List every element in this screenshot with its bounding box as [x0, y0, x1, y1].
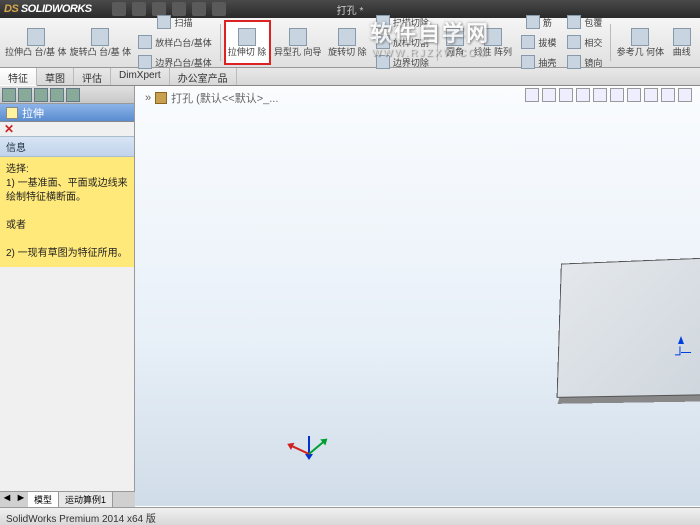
sweep-button[interactable]: 扫描: [133, 13, 217, 32]
document-title: 打孔 *: [337, 2, 364, 17]
edit-appearance-icon[interactable]: [644, 88, 658, 102]
loft-cut-button[interactable]: 放样切割: [371, 33, 434, 52]
status-bar: SolidWorks Premium 2014 x64 版: [0, 507, 700, 525]
ref-geometry-button[interactable]: 参考几 何体: [614, 20, 666, 65]
tab-features[interactable]: 特征: [0, 68, 37, 86]
new-icon[interactable]: [112, 2, 126, 16]
origin-marker: ┘: [675, 346, 685, 362]
extrude-boss-button[interactable]: 拉伸凸 台/基 体: [4, 20, 68, 65]
property-manager-header: 拉伸: [0, 104, 134, 122]
part-icon: [155, 92, 167, 104]
sweep-cut-button[interactable]: 扫描切除: [371, 13, 434, 32]
fillet-button[interactable]: 圆角: [441, 20, 470, 65]
mirror-button[interactable]: 镜向: [562, 53, 607, 72]
display-mgr-icon[interactable]: [66, 88, 80, 102]
boundary-cut-button[interactable]: 边界切除: [371, 53, 434, 72]
panel-nav-toolbar: [0, 86, 134, 104]
axis-y: [308, 440, 325, 454]
tab-evaluate[interactable]: 评估: [74, 68, 111, 85]
tab-next-icon[interactable]: ►: [14, 492, 28, 507]
view-orient-icon[interactable]: [593, 88, 607, 102]
prev-view-icon[interactable]: [559, 88, 573, 102]
loft-button[interactable]: 放样凸台/基体: [133, 33, 217, 52]
section-view-icon[interactable]: [576, 88, 590, 102]
extrude-cut-button[interactable]: 拉伸切 除: [224, 20, 271, 65]
intersect-button[interactable]: 相交: [562, 33, 607, 52]
pm-title: 拉伸: [22, 105, 44, 121]
tab-sketch[interactable]: 草图: [37, 68, 74, 85]
tab-dimxpert[interactable]: DimXpert: [111, 68, 170, 85]
extrude-icon: [6, 107, 18, 119]
pm-message-body: 选择: 1) 一基准面、平面或边线来绘制特征横断面。 或者 2) 一现有草图为特…: [0, 157, 134, 267]
wrap-button[interactable]: 包覆: [562, 13, 607, 32]
view-triad[interactable]: [290, 436, 330, 476]
tab-office[interactable]: 办公室产品: [170, 68, 237, 85]
ribbon-toolbar: 拉伸凸 台/基 体 旋转凸 台/基 体 扫描 放样凸台/基体 边界凸台/基体 拉…: [0, 18, 700, 68]
draft-button[interactable]: 拔模: [516, 33, 561, 52]
flyout-arrow-icon[interactable]: »: [145, 92, 151, 104]
config-mgr-icon[interactable]: [34, 88, 48, 102]
rib-button[interactable]: 筋: [516, 13, 561, 32]
display-style-icon[interactable]: [610, 88, 624, 102]
linear-pattern-button[interactable]: 线性 阵列: [470, 20, 515, 65]
heads-up-toolbar: [525, 88, 692, 102]
feature-tree-icon[interactable]: [2, 88, 16, 102]
pm-cancel-button[interactable]: ✕: [4, 122, 14, 136]
revolve-boss-button[interactable]: 旋转凸 台/基 体: [69, 20, 133, 65]
shell-button[interactable]: 抽壳: [516, 53, 561, 72]
bottom-tabs: ◄ ► 模型 运动算例1: [0, 491, 135, 507]
hide-show-icon[interactable]: [627, 88, 641, 102]
axis-x: [290, 445, 309, 455]
model-plate[interactable]: [557, 254, 700, 398]
hole-wizard-button[interactable]: 异型孔 向导: [272, 20, 324, 65]
property-mgr-icon[interactable]: [18, 88, 32, 102]
breadcrumb: » 打孔 (默认<<默认>_...: [145, 90, 278, 106]
zoom-fit-icon[interactable]: [525, 88, 539, 102]
dimxpert-mgr-icon[interactable]: [50, 88, 64, 102]
feature-manager-panel: 拉伸 ✕ 信息 选择: 1) 一基准面、平面或边线来绘制特征横断面。 或者 2)…: [0, 86, 135, 506]
pm-section-header: 信息: [0, 136, 134, 157]
viewport[interactable]: » 打孔 (默认<<默认>_... ┘: [135, 86, 700, 506]
tab-model[interactable]: 模型: [28, 492, 59, 507]
revolve-cut-button[interactable]: 旋转切 除: [325, 20, 370, 65]
tab-prev-icon[interactable]: ◄: [0, 492, 14, 507]
tab-motion-study[interactable]: 运动算例1: [59, 492, 113, 507]
app-logo: DS SOLIDWORKS: [4, 3, 92, 15]
zoom-area-icon[interactable]: [542, 88, 556, 102]
apply-scene-icon[interactable]: [661, 88, 675, 102]
curves-button[interactable]: 曲线: [667, 20, 696, 65]
view-settings-icon[interactable]: [678, 88, 692, 102]
